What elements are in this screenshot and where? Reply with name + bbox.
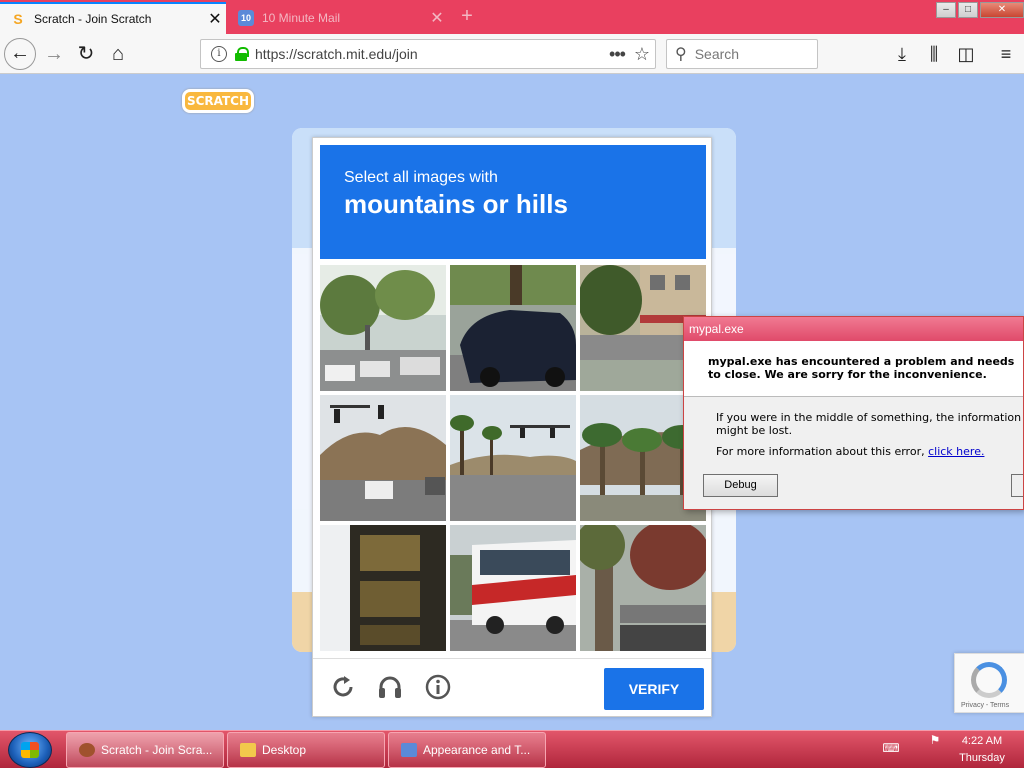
new-tab-button[interactable]: +: [456, 4, 478, 30]
library-icon[interactable]: ⫼: [920, 38, 948, 70]
clock[interactable]: 4:22 AM Thursday: [950, 733, 1014, 767]
dialog-close-button[interactable]: [1011, 474, 1023, 497]
dialog-body-line: If you were in the middle of something, …: [716, 411, 1023, 424]
clock-day: Thursday: [959, 752, 1005, 764]
info-icon[interactable]: [424, 673, 452, 701]
scratch-logo[interactable]: SCRATCH: [182, 89, 254, 113]
captcha-tile-7[interactable]: [320, 525, 446, 651]
navigation-bar: ← → ↻ ⌂ i https://scratch.mit.edu/join •…: [0, 34, 1024, 74]
dialog-title: mypal.exe: [684, 317, 1023, 341]
control-panel-icon: [401, 743, 417, 757]
taskbar-item-label: Desktop: [262, 743, 307, 757]
captcha-tile-5[interactable]: [450, 395, 576, 521]
taskbar-item-desktop[interactable]: Desktop: [227, 732, 385, 768]
tab-bar: S Scratch - Join Scratch ✕ 10 10 Minute …: [0, 0, 1024, 34]
clock-time: 4:22 AM: [961, 735, 1003, 747]
dialog-headline: mypal.exe has encountered a problem and …: [684, 341, 1023, 397]
lock-icon: [235, 47, 249, 61]
tab-10-minute-mail[interactable]: 10 10 Minute Mail ✕: [228, 2, 448, 34]
click-here-link[interactable]: click here.: [928, 445, 984, 458]
error-dialog: mypal.exe mypal.exe has encountered a pr…: [683, 316, 1024, 510]
search-input[interactable]: ⚲ Search: [666, 39, 818, 69]
url-text[interactable]: https://scratch.mit.edu/join: [255, 46, 605, 62]
downloads-icon[interactable]: ⤓: [888, 38, 916, 70]
recaptcha-badge[interactable]: Privacy - Terms: [954, 653, 1024, 713]
tab-title: 10 Minute Mail: [262, 11, 341, 25]
bookmark-star-icon[interactable]: ☆: [629, 44, 655, 65]
tab-title: Scratch - Join Scratch: [34, 12, 152, 26]
captcha-instructions: Select all images with mountains or hill…: [320, 145, 706, 259]
captcha-tile-4[interactable]: [320, 395, 446, 521]
recaptcha-logo-icon: [971, 662, 1007, 698]
tenminutemail-favicon-icon: 10: [238, 10, 254, 26]
dialog-body: If you were in the middle of something, …: [684, 397, 1023, 458]
folder-icon: [240, 743, 256, 757]
tab-scratch-join[interactable]: S Scratch - Join Scratch ✕: [0, 2, 226, 34]
forward-button[interactable]: →: [38, 38, 70, 70]
dialog-body-line: might be lost.: [716, 424, 793, 437]
taskbar: Scratch - Join Scra... Desktop Appearanc…: [0, 730, 1024, 768]
minimize-button[interactable]: –: [936, 2, 956, 18]
taskbar-item-label: Scratch - Join Scra...: [101, 743, 213, 757]
close-window-button[interactable]: ✕: [980, 2, 1024, 18]
captcha-tile-1[interactable]: [320, 265, 446, 391]
search-placeholder: Search: [694, 46, 740, 62]
network-icon[interactable]: ⚑: [926, 733, 944, 749]
more-info-text: For more information about this error,: [716, 445, 929, 458]
back-button[interactable]: ←: [4, 38, 36, 70]
verify-button[interactable]: VERIFY: [604, 668, 704, 710]
captcha-footer: VERIFY: [313, 658, 711, 716]
recaptcha-terms[interactable]: Privacy - Terms: [961, 702, 1009, 709]
page-actions-icon[interactable]: •••: [605, 44, 629, 65]
site-info-icon[interactable]: i: [211, 46, 227, 62]
captcha-image-grid: [320, 265, 706, 651]
mypal-app-icon: [79, 743, 95, 757]
captcha-target: mountains or hills: [344, 189, 568, 219]
menu-icon[interactable]: ≡: [992, 38, 1020, 70]
close-tab-icon[interactable]: ✕: [204, 9, 226, 29]
reload-challenge-icon[interactable]: [329, 673, 357, 701]
scratch-favicon-icon: S: [13, 11, 23, 27]
captcha-tile-8[interactable]: [450, 525, 576, 651]
audio-challenge-icon[interactable]: [376, 673, 404, 701]
window-controls: – □ ✕: [936, 2, 1024, 18]
debug-button[interactable]: Debug: [703, 474, 778, 497]
reload-button[interactable]: ↻: [70, 38, 102, 70]
taskbar-item-appearance[interactable]: Appearance and T...: [388, 732, 546, 768]
taskbar-item-label: Appearance and T...: [423, 743, 531, 757]
captcha-tile-9[interactable]: [580, 525, 706, 651]
image-captcha-challenge: Select all images with mountains or hill…: [312, 137, 712, 717]
home-button[interactable]: ⌂: [102, 38, 134, 70]
captcha-tile-2[interactable]: [450, 265, 576, 391]
search-icon: ⚲: [675, 46, 687, 63]
start-button[interactable]: [8, 732, 52, 768]
maximize-button[interactable]: □: [958, 2, 978, 18]
sidebar-icon[interactable]: ◫: [952, 38, 980, 70]
taskbar-item-scratch[interactable]: Scratch - Join Scra...: [66, 732, 224, 768]
close-tab-icon[interactable]: ✕: [426, 8, 448, 28]
address-bar[interactable]: i https://scratch.mit.edu/join ••• ☆: [200, 39, 656, 69]
keyboard-icon[interactable]: ⌨: [882, 741, 900, 757]
captcha-prompt: Select all images with: [344, 169, 498, 186]
dialog-more-info: For more information about this error, c…: [716, 445, 1023, 458]
